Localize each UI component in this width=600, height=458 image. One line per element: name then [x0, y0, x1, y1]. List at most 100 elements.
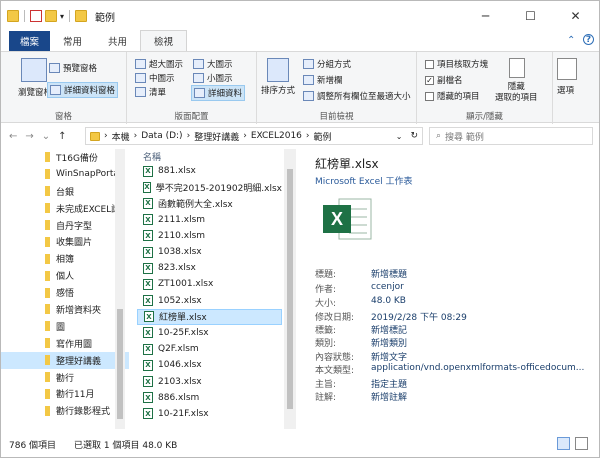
layout-details[interactable]: 詳細資料 [191, 85, 246, 101]
column-header-name[interactable]: 名稱 [137, 149, 297, 163]
tab-home[interactable]: 常用 [50, 31, 95, 51]
file-item[interactable]: X 10-25F.xlsx [137, 325, 282, 341]
nav-pane-scrollbar[interactable] [115, 149, 125, 429]
file-item[interactable]: X 1052.xlsx [137, 293, 282, 309]
options-button[interactable]: 選項 [557, 84, 574, 96]
properties-icon[interactable] [30, 10, 42, 22]
up-button[interactable]: ↑ [58, 131, 66, 142]
nav-item[interactable]: T16G備份 [1, 149, 129, 166]
recent-locations-button[interactable]: ⌄ [42, 131, 50, 142]
folder-icon [45, 236, 50, 247]
file-item[interactable]: X 10-21F.xlsx [137, 406, 282, 422]
file-item[interactable]: X 學不完2015-201902明細.xlsx [137, 179, 282, 195]
nav-item[interactable]: 台銀 [1, 183, 129, 200]
search-box[interactable]: ⌕ 搜尋 範例 [429, 127, 593, 145]
group-by-button[interactable]: 分組方式 [303, 58, 351, 70]
file-item[interactable]: X 881.xlsx [137, 163, 282, 179]
layout-group: 超大圖示 大圖示 中圖示 小圖示 清單 詳細資料 版面配置 [127, 52, 257, 124]
sort-icon[interactable] [267, 58, 289, 82]
preview-pane-button[interactable]: 預覽窗格 [49, 62, 97, 74]
folder-icon [45, 338, 50, 349]
breadcrumb-excel2016[interactable]: EXCEL2016 [251, 131, 302, 141]
details-view-icon[interactable] [557, 437, 570, 450]
nav-item[interactable]: 勸行 [1, 369, 129, 386]
nav-item-selected[interactable]: 整理好講義 [1, 351, 129, 369]
back-button[interactable]: ← [9, 131, 17, 142]
help-icon[interactable]: ? [583, 34, 594, 45]
hide-selected-button[interactable]: 隱藏 選取的項目 [495, 82, 538, 104]
breadcrumb-handouts[interactable]: 整理好講義 [194, 130, 239, 143]
folder-icon [7, 10, 19, 22]
svg-text:X: X [331, 209, 343, 229]
item-checkboxes-toggle[interactable]: 項目核取方塊 [425, 58, 488, 70]
file-item[interactable]: X 2111.xlsm [137, 212, 282, 228]
breadcrumb-examples[interactable]: 範例 [314, 130, 332, 143]
navigation-pane-icon[interactable] [21, 58, 47, 82]
hidden-items-toggle[interactable]: 隱藏的項目 [425, 90, 480, 102]
refresh-icon[interactable]: ↻ [410, 131, 418, 141]
details-pane: 紅榜單.xlsx Microsoft Excel 工作表 X 標題: 新增標題 作… [301, 149, 591, 429]
sort-by-button[interactable]: 排序方式 [261, 84, 295, 96]
nav-item[interactable]: 寫作用圖 [1, 335, 129, 352]
details-pane-button[interactable]: 詳細資料窗格 [47, 82, 119, 98]
excel-file-icon: X [143, 262, 153, 274]
folder-icon [45, 304, 50, 315]
hide-selected-icon[interactable] [509, 58, 525, 78]
nav-item[interactable]: 新增資料夾 [1, 301, 129, 318]
tab-file[interactable]: 檔案 [9, 31, 51, 51]
tab-share[interactable]: 共用 [95, 31, 140, 51]
file-item[interactable]: X 1038.xlsx [137, 244, 282, 260]
layout-small-icons[interactable]: 小圖示 [193, 72, 233, 84]
scrollbar-thumb[interactable] [117, 309, 123, 419]
nav-item[interactable]: 收集圖片 [1, 233, 129, 250]
collapse-ribbon-icon[interactable]: ⌃ [567, 35, 575, 46]
file-item[interactable]: X 2110.xlsm [137, 228, 282, 244]
file-list-scrollbar[interactable] [284, 149, 296, 429]
maximize-button[interactable]: ☐ [508, 1, 553, 31]
excel-file-icon: X [143, 359, 153, 371]
ribbon: 瀏覽窗格 預覽窗格 詳細資料窗格 窗格 超大圖示 大圖示 中圖示 小圖示 清單 … [1, 51, 599, 124]
nav-item[interactable]: 感悟 [1, 284, 129, 301]
nav-item[interactable]: 個人 [1, 267, 129, 284]
excel-file-icon: X [143, 295, 153, 307]
close-button[interactable]: ✕ [553, 1, 598, 31]
file-item[interactable]: X 函數範例大全.xlsx [137, 195, 282, 211]
quick-access-dropdown-icon[interactable]: ▾ [60, 12, 64, 21]
forward-button[interactable]: → [25, 131, 33, 142]
excel-large-icon: X [323, 198, 372, 240]
add-column-button[interactable]: 新增欄 [303, 74, 343, 86]
size-all-columns-button[interactable]: 調整所有欄位至最適大小 [303, 90, 411, 102]
address-dropdown-icon[interactable]: ⌄ [396, 132, 403, 141]
nav-item[interactable]: WinSnapPorta [1, 166, 129, 183]
scrollbar-thumb[interactable] [287, 169, 293, 409]
file-item[interactable]: X 823.xlsx [137, 260, 282, 276]
breadcrumb-data-d[interactable]: Data (D:) [141, 131, 182, 141]
file-extensions-toggle[interactable]: ✓ 副檔名 [425, 74, 463, 86]
nav-item[interactable]: 未完成EXCEL講 [1, 200, 129, 217]
file-item[interactable]: X ZT1001.xlsx [137, 276, 282, 292]
layout-medium-icons[interactable]: 中圖示 [135, 72, 175, 84]
tab-view[interactable]: 檢視 [140, 30, 188, 51]
large-icons-view-icon[interactable] [575, 437, 588, 450]
file-item[interactable]: X 2103.xlsx [137, 373, 282, 389]
layout-extra-large-icons[interactable]: 超大圖示 [135, 58, 183, 70]
file-item[interactable]: X 1046.xlsx [137, 357, 282, 373]
nav-item[interactable]: 勸行11月 [1, 385, 129, 402]
breadcrumb-this-pc[interactable]: 本機 [112, 130, 130, 143]
excel-file-icon: X [144, 311, 154, 323]
panes-group-label: 窗格 [54, 112, 72, 122]
file-item[interactable]: X 886.xlsm [137, 390, 282, 406]
minimize-button[interactable]: ─ [463, 1, 508, 31]
new-folder-icon[interactable] [45, 10, 57, 22]
layout-list[interactable]: 清單 [135, 86, 166, 98]
options-icon[interactable] [557, 58, 577, 80]
address-bar[interactable]: › 本機 › Data (D:) › 整理好講義 › EXCEL2016 › 範例 ⌄ … [85, 127, 423, 145]
nav-item[interactable]: 相簿 [1, 250, 129, 267]
nav-item[interactable]: 圖 [1, 318, 129, 335]
nav-item[interactable]: 勸行錄影程式 [1, 402, 129, 419]
nav-item[interactable]: 自丹字型 [1, 217, 129, 234]
layout-large-icons[interactable]: 大圖示 [193, 58, 233, 70]
file-item[interactable]: X Q2F.xlsm [137, 341, 282, 357]
file-item-selected[interactable]: X 紅榜單.xlsx [137, 308, 282, 325]
add-column-icon [303, 75, 314, 85]
